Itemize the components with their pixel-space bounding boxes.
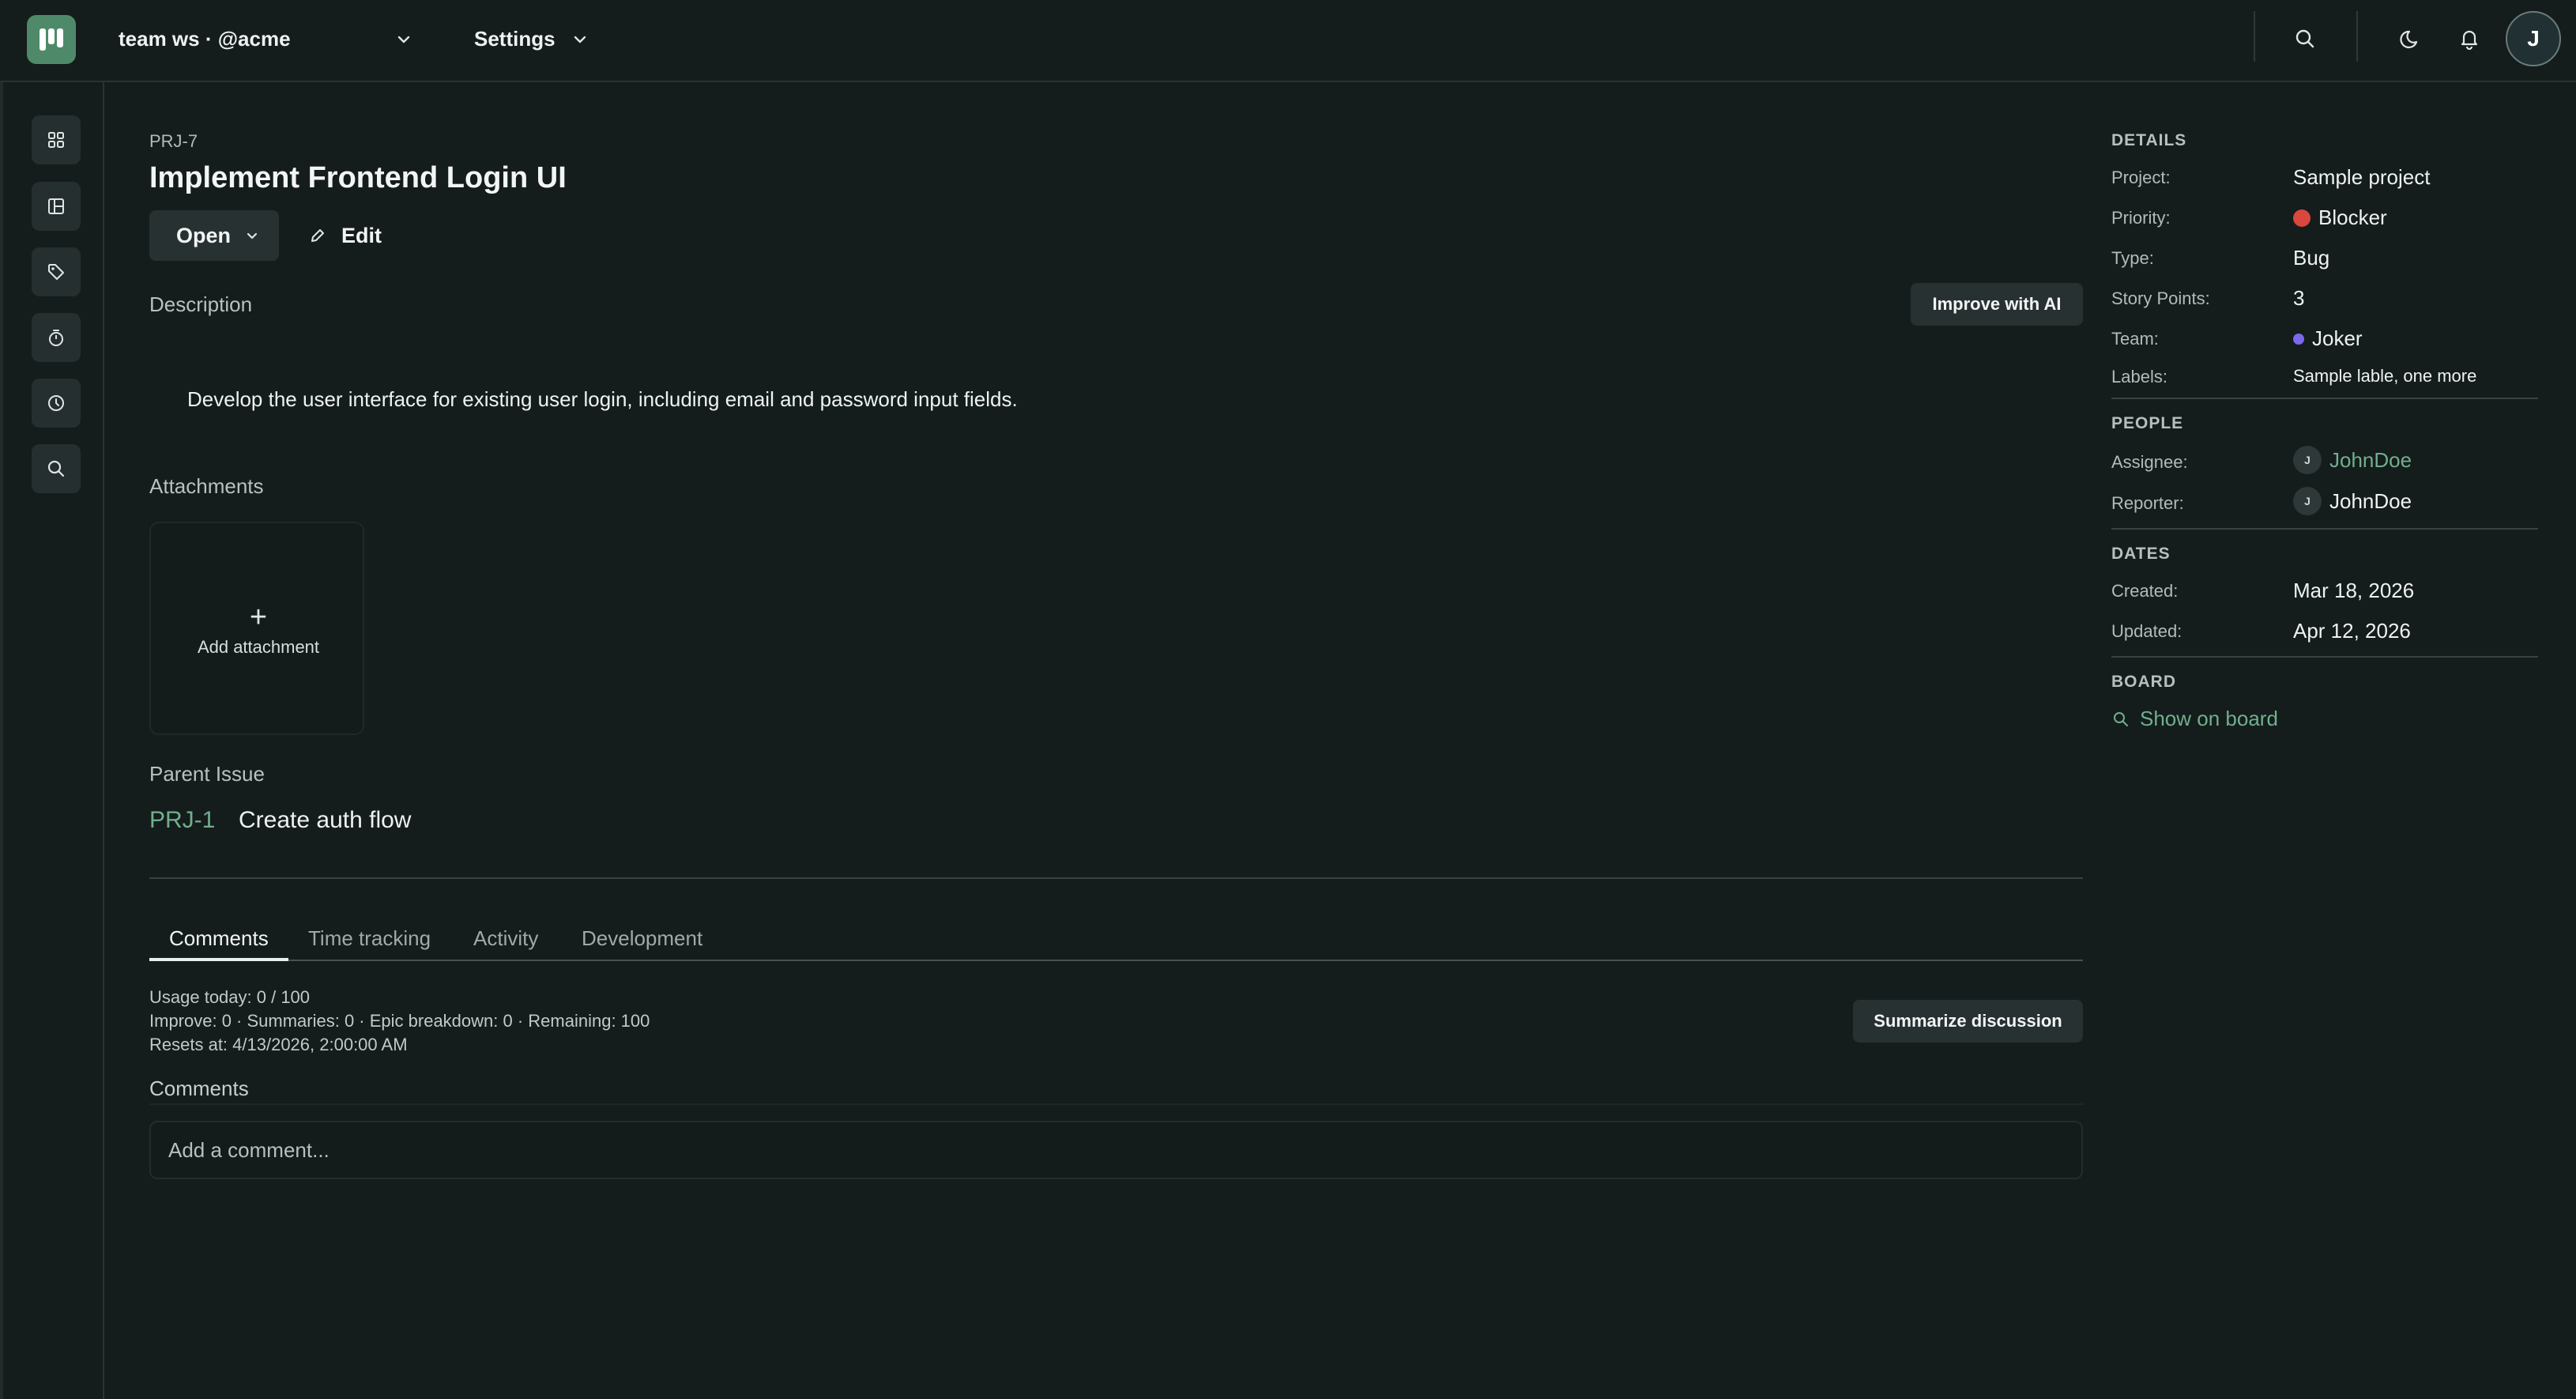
moon-icon[interactable]: [2398, 25, 2425, 52]
assignee-name: JohnDoe: [2329, 447, 2412, 472]
usage-reset: Resets at: 4/13/2026, 2:00:00 AM: [149, 1035, 408, 1054]
pencil-icon: [311, 229, 324, 242]
workspace-selector[interactable]: team ws · @acme: [119, 27, 291, 51]
status-label: Open: [176, 223, 232, 247]
created-date: Mar 18, 2026: [2293, 579, 2415, 602]
attachments-heading: Attachments: [149, 474, 264, 498]
labels-label: Labels:: [2111, 367, 2167, 387]
parent-issue-link[interactable]: PRJ-1: [149, 807, 215, 834]
reporter-label: Reporter:: [2111, 493, 2184, 513]
avatar: J: [2293, 487, 2322, 515]
improve-with-ai-button[interactable]: Improve with AI: [1911, 283, 2083, 326]
top-bar: team ws · @acme Settings J: [0, 0, 2576, 82]
divider: [2111, 398, 2538, 399]
assignee-label: Assignee:: [2111, 452, 2188, 472]
team-text: Joker: [2312, 326, 2363, 350]
tab-comments[interactable]: Comments: [169, 926, 269, 951]
divider: [149, 1103, 2083, 1105]
updated-label: Updated:: [2111, 621, 2182, 641]
labels-value[interactable]: Sample lable, one more: [2293, 366, 2476, 387]
type-text: Bug: [2293, 246, 2330, 270]
type-value[interactable]: Bug: [2293, 246, 2329, 270]
divider: [2356, 11, 2358, 62]
tag-icon[interactable]: [32, 247, 81, 296]
created-value: Mar 18, 2026: [2293, 579, 2414, 603]
tab-time-tracking[interactable]: Time tracking: [308, 926, 431, 951]
dates-heading: DATES: [2111, 545, 2171, 563]
settings-menu[interactable]: Settings: [474, 27, 555, 51]
user-avatar[interactable]: J: [2506, 11, 2561, 66]
tab-development[interactable]: Development: [582, 926, 702, 951]
board-heading: BOARD: [2111, 673, 2176, 691]
type-label: Type:: [2111, 248, 2154, 268]
chevron-down-icon: [247, 232, 258, 239]
reporter-name: JohnDoe: [2329, 488, 2412, 513]
usage-today: Usage today: 0 / 100: [149, 987, 311, 1007]
people-heading: PEOPLE: [2111, 414, 2184, 432]
project-label: Project:: [2111, 168, 2171, 187]
description-heading: Description: [149, 292, 253, 316]
team-label: Team:: [2111, 329, 2159, 349]
parent-issue-title: Create auth flow: [239, 807, 412, 833]
summarize-discussion-button[interactable]: Summarize discussion: [1853, 1000, 2083, 1043]
updated-date: Apr 12, 2026: [2293, 619, 2411, 643]
story-points-value[interactable]: 3: [2293, 286, 2304, 311]
parent-issue-heading: Parent Issue: [149, 762, 265, 786]
workspace-chevron-down-icon[interactable]: [394, 29, 414, 50]
app-logo-icon[interactable]: [27, 15, 76, 64]
issue-key: PRJ-7: [149, 131, 198, 151]
edit-label: Edit: [341, 223, 382, 247]
edit-button[interactable]: Edit: [308, 210, 382, 261]
divider: [2254, 11, 2255, 62]
assignee-value[interactable]: J JohnDoe: [2293, 446, 2412, 474]
divider: [2111, 656, 2538, 658]
show-on-board-link[interactable]: Show on board: [2111, 707, 2278, 731]
project-value[interactable]: Sample project: [2293, 165, 2430, 190]
story-points-text: 3: [2293, 286, 2305, 310]
priority-text: Blocker: [2318, 206, 2387, 229]
bell-icon[interactable]: [2456, 25, 2483, 52]
clock-icon[interactable]: [32, 379, 81, 428]
project-name: Sample project: [2293, 165, 2431, 189]
details-heading: DETAILS: [2111, 131, 2187, 149]
search-icon[interactable]: [32, 444, 81, 493]
status-dropdown[interactable]: Open: [149, 210, 279, 261]
sidebar: [0, 82, 104, 1399]
tab-bar: Comments Time tracking Activity Developm…: [149, 917, 2083, 961]
description-text[interactable]: Develop the user interface for existing …: [187, 387, 1018, 412]
tab-activity[interactable]: Activity: [473, 926, 538, 951]
show-on-board-label: Show on board: [2140, 707, 2278, 730]
search-icon: [2114, 711, 2128, 726]
reporter-value[interactable]: J JohnDoe: [2293, 487, 2412, 515]
divider: [149, 877, 2083, 879]
updated-value: Apr 12, 2026: [2293, 619, 2411, 643]
team-color-icon: [2293, 333, 2304, 345]
story-points-label: Story Points:: [2111, 288, 2210, 308]
active-tab-indicator: [149, 958, 288, 961]
priority-indicator-icon: [2293, 209, 2310, 227]
add-attachment-label: Add attachment: [197, 637, 320, 657]
add-attachment-button[interactable]: + Add attachment: [149, 522, 364, 735]
dashboard-icon[interactable]: [32, 115, 81, 164]
labels-text: Sample lable, one more: [2293, 366, 2477, 386]
page-title: Implement Frontend Login UI: [149, 161, 567, 194]
timer-icon[interactable]: [32, 313, 81, 362]
usage-breakdown: Improve: 0 · Summaries: 0 · Epic breakdo…: [149, 1011, 650, 1031]
priority-value[interactable]: Blocker: [2293, 206, 2387, 230]
comment-input[interactable]: [149, 1121, 2083, 1179]
comments-heading: Comments: [149, 1077, 249, 1100]
board-icon[interactable]: [32, 182, 81, 231]
settings-chevron-down-icon[interactable]: [570, 29, 590, 50]
team-value[interactable]: Joker: [2293, 326, 2363, 351]
priority-label: Priority:: [2111, 208, 2171, 228]
plus-icon: +: [249, 601, 268, 634]
avatar: J: [2293, 446, 2322, 474]
created-label: Created:: [2111, 581, 2179, 601]
divider: [2111, 528, 2538, 530]
search-icon[interactable]: [2292, 25, 2318, 52]
